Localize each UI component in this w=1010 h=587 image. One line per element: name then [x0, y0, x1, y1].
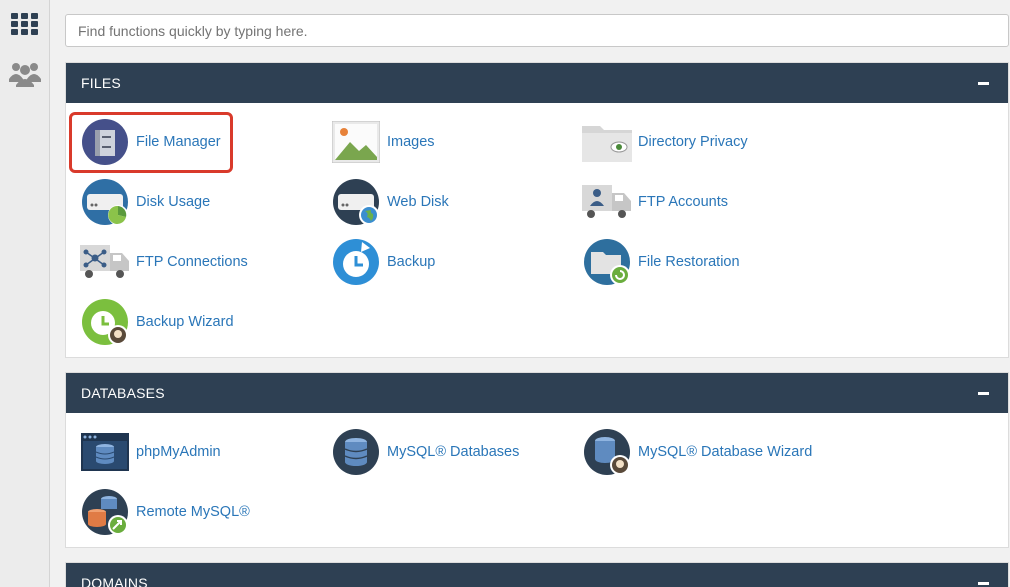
search-input[interactable]	[65, 14, 1009, 47]
mysql-database-wizard-link[interactable]: MySQL® Database Wizard	[582, 427, 812, 477]
disk-usage-link[interactable]: Disk Usage	[80, 177, 210, 227]
images-link[interactable]: Images	[331, 117, 435, 167]
grid-icon[interactable]	[0, 10, 50, 38]
images-icon	[331, 117, 381, 167]
folder-eye-icon	[582, 117, 632, 167]
directory-privacy-label: Directory Privacy	[638, 134, 748, 150]
file-restoration-label: File Restoration	[638, 254, 740, 270]
phpmyadmin-icon	[80, 427, 130, 477]
file-restoration-icon	[582, 237, 632, 287]
ftp-accounts-label: FTP Accounts	[638, 194, 728, 210]
files-panel-title: FILES	[81, 75, 121, 91]
backup-wizard-label: Backup Wizard	[136, 314, 234, 330]
mysql-database-wizard-label: MySQL® Database Wizard	[638, 444, 813, 460]
mysql-databases-icon	[331, 427, 381, 477]
remote-mysql-label: Remote MySQL®	[136, 504, 250, 520]
images-label: Images	[387, 134, 435, 150]
web-disk-link[interactable]: Web Disk	[331, 177, 449, 227]
databases-panel-title: DATABASES	[81, 385, 165, 401]
files-panel-header[interactable]: FILES	[66, 63, 1008, 103]
ftp-accounts-icon	[582, 177, 632, 227]
domains-panel-header[interactable]: DOMAINS	[66, 563, 1008, 587]
mysql-database-wizard-icon	[582, 427, 632, 477]
collapse-icon[interactable]	[973, 383, 993, 403]
disk-usage-label: Disk Usage	[136, 194, 211, 210]
backup-wizard-link[interactable]: Backup Wizard	[80, 297, 234, 347]
collapse-icon[interactable]	[973, 73, 993, 93]
remote-mysql-icon	[80, 487, 130, 537]
files-panel: FILES File Manager Images Directory Priv…	[65, 62, 1009, 358]
backup-link[interactable]: Backup	[331, 237, 435, 287]
disk-usage-icon	[80, 177, 130, 227]
ftp-connections-icon	[80, 237, 130, 287]
main-content: FILES File Manager	[50, 0, 1010, 587]
file-restoration-link[interactable]: File Restoration	[582, 237, 740, 287]
databases-panel: DATABASES phpMyAdmin MySQL® Databases My…	[65, 372, 1009, 548]
ftp-connections-link[interactable]: FTP Connections	[80, 237, 248, 287]
backup-label: Backup	[387, 254, 436, 270]
databases-panel-header[interactable]: DATABASES	[66, 373, 1008, 413]
sidebar	[0, 0, 50, 587]
directory-privacy-link[interactable]: Directory Privacy	[582, 117, 748, 167]
file-manager-link[interactable]: File Manager	[80, 117, 221, 167]
domains-panel: DOMAINS	[65, 562, 1009, 587]
users-icon[interactable]	[0, 56, 50, 90]
domains-panel-title: DOMAINS	[81, 575, 148, 587]
collapse-icon[interactable]	[973, 573, 993, 587]
ftp-connections-label: FTP Connections	[136, 254, 248, 270]
mysql-databases-link[interactable]: MySQL® Databases	[331, 427, 519, 477]
backup-icon	[331, 237, 381, 287]
backup-wizard-icon	[80, 297, 130, 347]
ftp-accounts-link[interactable]: FTP Accounts	[582, 177, 728, 227]
web-disk-icon	[331, 177, 381, 227]
mysql-databases-label: MySQL® Databases	[387, 444, 520, 460]
remote-mysql-link[interactable]: Remote MySQL®	[80, 487, 250, 537]
file-manager-label: File Manager	[136, 134, 221, 150]
phpmyadmin-link[interactable]: phpMyAdmin	[80, 427, 221, 477]
phpmyadmin-label: phpMyAdmin	[136, 444, 221, 460]
web-disk-label: Web Disk	[387, 194, 449, 210]
file-manager-icon	[80, 117, 130, 167]
